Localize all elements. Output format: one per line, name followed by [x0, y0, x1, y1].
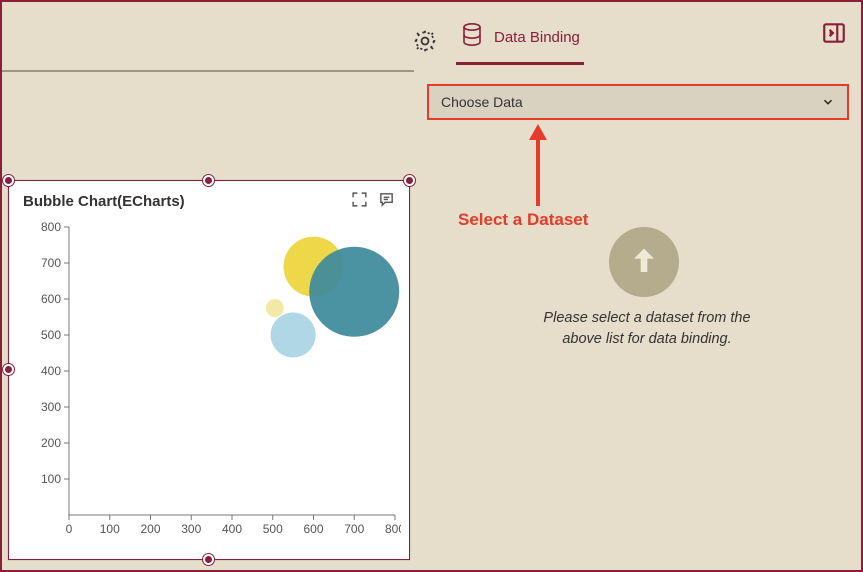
- resize-handle[interactable]: [404, 175, 415, 186]
- tab-data-binding[interactable]: Data Binding: [456, 16, 584, 65]
- svg-text:800: 800: [385, 522, 401, 536]
- widget-title: Bubble Chart(ECharts): [23, 193, 185, 210]
- svg-text:600: 600: [303, 522, 323, 536]
- canvas-edge: [2, 70, 414, 72]
- empty-state-text: Please select a dataset from the above l…: [517, 308, 777, 350]
- svg-text:500: 500: [41, 328, 61, 342]
- resize-handle[interactable]: [3, 364, 14, 375]
- svg-text:500: 500: [263, 522, 283, 536]
- choose-data-dropdown[interactable]: Choose Data: [427, 84, 849, 120]
- svg-text:600: 600: [41, 292, 61, 306]
- svg-text:0: 0: [66, 522, 73, 536]
- chevron-down-icon: [821, 95, 835, 109]
- svg-text:100: 100: [100, 522, 120, 536]
- resize-handle[interactable]: [3, 175, 14, 186]
- svg-text:300: 300: [41, 400, 61, 414]
- svg-text:200: 200: [41, 436, 61, 450]
- database-icon: [460, 22, 484, 52]
- tab-data-binding-label: Data Binding: [494, 29, 580, 46]
- maximize-icon[interactable]: [351, 191, 368, 212]
- comment-icon[interactable]: [378, 191, 395, 212]
- svg-text:100: 100: [41, 472, 61, 486]
- svg-text:200: 200: [140, 522, 160, 536]
- chart-plot-area: 100 200 300 400 500 600 700 800 0 100 200 300 400 500…: [31, 221, 401, 541]
- svg-text:700: 700: [41, 256, 61, 270]
- svg-text:300: 300: [181, 522, 201, 536]
- svg-text:700: 700: [344, 522, 364, 536]
- upload-icon: [609, 227, 679, 297]
- gear-icon[interactable]: [412, 28, 438, 54]
- svg-text:800: 800: [41, 221, 61, 234]
- annotation-arrow: [525, 124, 551, 215]
- collapse-panel-icon[interactable]: [821, 20, 847, 51]
- annotation-label: Select a Dataset: [458, 210, 588, 230]
- bubble-chart-widget[interactable]: Bubble Chart(ECharts) 100 200 300 400 500 600…: [8, 180, 410, 560]
- choose-data-label: Choose Data: [441, 94, 523, 110]
- svg-text:400: 400: [222, 522, 242, 536]
- resize-handle[interactable]: [203, 175, 214, 186]
- svg-text:400: 400: [41, 364, 61, 378]
- resize-handle[interactable]: [203, 554, 214, 565]
